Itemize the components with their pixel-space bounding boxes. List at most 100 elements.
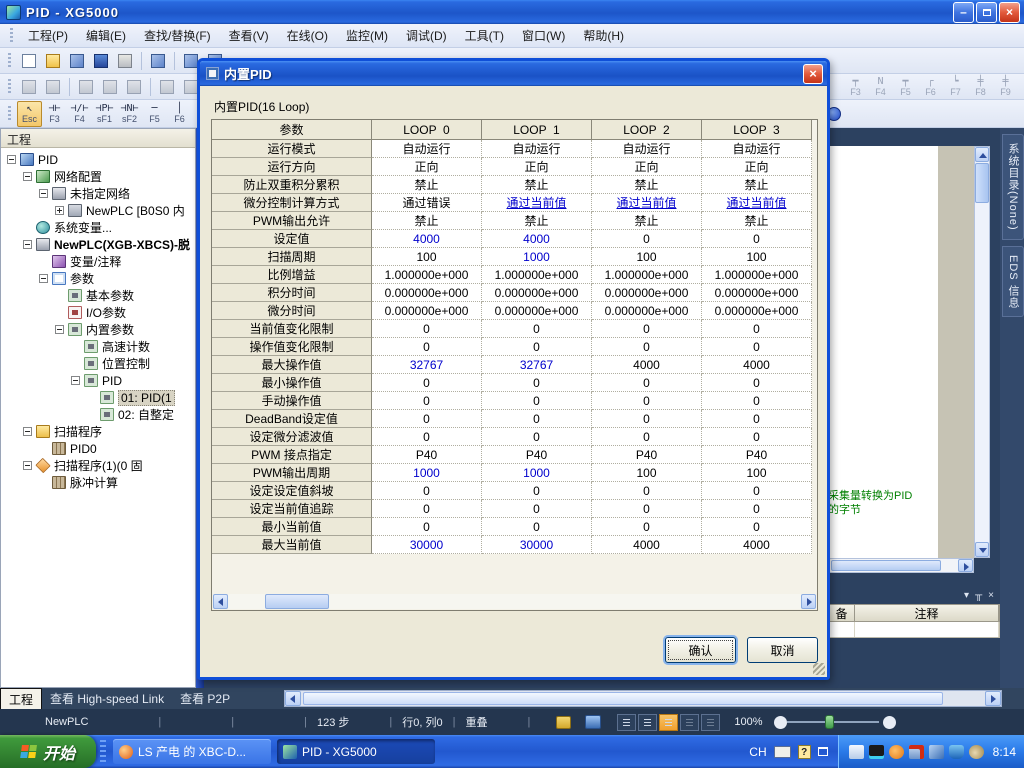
value-cell[interactable]: 0 — [482, 374, 592, 392]
value-cell[interactable]: 100 — [702, 464, 812, 482]
tree-item[interactable]: 高速计数 — [1, 338, 195, 355]
param-label-cell[interactable]: 设定值 — [212, 230, 372, 248]
value-cell[interactable]: 0 — [592, 320, 702, 338]
collapse-icon[interactable] — [23, 240, 32, 249]
value-cell[interactable]: 30000 — [482, 536, 592, 554]
value-cell[interactable]: 0 — [482, 338, 592, 356]
language-restore-icon[interactable] — [818, 747, 828, 756]
view-toggle-3[interactable] — [659, 714, 678, 731]
value-cell[interactable]: 32767 — [482, 356, 592, 374]
value-cell[interactable]: 0 — [702, 428, 812, 446]
scroll-thumb[interactable] — [303, 692, 943, 705]
value-cell[interactable]: 禁止 — [482, 212, 592, 230]
monitor-read-icon[interactable] — [156, 76, 178, 98]
monitor-icon[interactable] — [585, 715, 601, 729]
value-cell[interactable]: 0 — [702, 230, 812, 248]
value-cell[interactable]: 0 — [372, 338, 482, 356]
value-cell[interactable]: 0 — [592, 338, 702, 356]
value-cell[interactable]: 4000 — [702, 356, 812, 374]
value-cell[interactable]: 0 — [702, 320, 812, 338]
value-cell[interactable]: 0 — [702, 518, 812, 536]
menu-item-4[interactable]: 查看(V) — [220, 24, 278, 47]
param-label-cell[interactable]: 比例增益 — [212, 266, 372, 284]
help-icon[interactable]: ? — [798, 745, 811, 759]
ladder-tool-right-F3[interactable]: ┯F3 — [843, 74, 868, 100]
value-cell[interactable]: 0.000000e+000 — [372, 302, 482, 320]
value-cell[interactable]: 32767 — [372, 356, 482, 374]
param-label-cell[interactable]: 积分时间 — [212, 284, 372, 302]
value-cell[interactable]: 0.000000e+000 — [702, 302, 812, 320]
ladder-tool-right-F7[interactable]: ┕F7 — [943, 74, 968, 100]
value-cell[interactable]: 自动运行 — [592, 140, 702, 158]
value-cell[interactable]: 100 — [592, 464, 702, 482]
clipboard-icon[interactable] — [147, 50, 169, 72]
ladder-tool-right-F5[interactable]: ┯F5 — [893, 74, 918, 100]
loop-column-header[interactable]: LOOP 1 — [482, 120, 592, 140]
zoom-in-button[interactable] — [883, 716, 896, 729]
menu-item-6[interactable]: 监控(M) — [337, 24, 397, 47]
bottom-tab-2[interactable]: 查看 High-speed Link — [42, 688, 172, 710]
loop-column-header[interactable]: LOOP 3 — [702, 120, 812, 140]
value-cell[interactable]: 4000 — [702, 536, 812, 554]
wifi-icon[interactable] — [869, 745, 884, 759]
comment-column-header[interactable]: 注释 — [855, 605, 999, 621]
collapse-icon[interactable] — [7, 155, 16, 164]
panel-dropdown-icon[interactable]: ▾ — [964, 590, 969, 601]
view-toggle-2[interactable] — [638, 714, 657, 731]
zoom-slider-thumb[interactable] — [825, 715, 834, 729]
param-label-cell[interactable]: 微分时间 — [212, 302, 372, 320]
value-cell[interactable]: 0 — [592, 374, 702, 392]
device-row[interactable] — [828, 622, 1000, 638]
collapse-icon[interactable] — [55, 325, 64, 334]
value-cell[interactable]: 0 — [372, 482, 482, 500]
value-cell[interactable]: 0 — [372, 410, 482, 428]
tree-item[interactable]: 基本参数 — [1, 287, 195, 304]
ladder-tool-right-F8[interactable]: ╪F8 — [968, 74, 993, 100]
close-button[interactable]: × — [999, 2, 1020, 23]
zoom-out-button[interactable] — [774, 716, 787, 729]
value-cell[interactable]: 通过当前值 — [592, 194, 702, 212]
tree-item[interactable]: NewPLC(XGB-XBCS)-脱 — [1, 236, 195, 253]
collapse-icon[interactable] — [23, 427, 32, 436]
minimize-button[interactable]: – — [953, 2, 974, 23]
value-cell[interactable]: 正向 — [592, 158, 702, 176]
menu-item-5[interactable]: 在线(O) — [278, 24, 337, 47]
param-label-cell[interactable]: DeadBand设定值 — [212, 410, 372, 428]
value-cell[interactable]: 4000 — [482, 230, 592, 248]
tree-item[interactable]: 02: 自整定 — [1, 406, 195, 423]
value-cell[interactable]: 禁止 — [372, 176, 482, 194]
run-icon[interactable] — [75, 76, 97, 98]
menu-item-7[interactable]: 调试(D) — [397, 24, 456, 47]
value-cell[interactable]: 4000 — [592, 356, 702, 374]
menu-item-9[interactable]: 窗口(W) — [513, 24, 574, 47]
value-cell[interactable]: 自动运行 — [482, 140, 592, 158]
panel-pin-icon[interactable]: ╥ — [975, 590, 982, 601]
param-label-cell[interactable]: 防止双重积分累积 — [212, 176, 372, 194]
ok-button[interactable]: 确认 — [665, 637, 736, 663]
menu-item-2[interactable]: 编辑(E) — [77, 24, 135, 47]
tree-item[interactable]: 内置参数 — [1, 321, 195, 338]
expand-icon[interactable] — [55, 206, 64, 215]
print-icon[interactable] — [114, 50, 136, 72]
value-cell[interactable]: 0 — [592, 392, 702, 410]
change-window-icon[interactable] — [18, 76, 40, 98]
keyboard-icon[interactable] — [774, 746, 791, 758]
panel-close-icon[interactable]: × — [988, 590, 994, 601]
value-cell[interactable]: 0 — [482, 482, 592, 500]
value-cell[interactable]: 1.000000e+000 — [702, 266, 812, 284]
value-cell[interactable]: 0.000000e+000 — [702, 284, 812, 302]
menu-item-8[interactable]: 工具(T) — [456, 24, 513, 47]
ladder-tool-F6[interactable]: │F6 — [167, 101, 192, 127]
cancel-icon[interactable] — [123, 76, 145, 98]
param-label-cell[interactable]: 扫描周期 — [212, 248, 372, 266]
ladder-tool-right-F9[interactable]: ╪F9 — [993, 74, 1018, 100]
value-cell[interactable]: 1.000000e+000 — [482, 266, 592, 284]
value-cell[interactable]: 0 — [372, 392, 482, 410]
value-cell[interactable]: 0.000000e+000 — [372, 284, 482, 302]
ladder-tool-F4[interactable]: ⊣/⊢F4 — [67, 101, 92, 127]
value-cell[interactable]: 禁止 — [592, 176, 702, 194]
menu-item-3[interactable]: 查找/替换(F) — [135, 24, 220, 47]
tree-item[interactable]: 扫描程序 — [1, 423, 195, 440]
grid-hscrollbar[interactable] — [213, 594, 816, 609]
value-cell[interactable]: P40 — [702, 446, 812, 464]
